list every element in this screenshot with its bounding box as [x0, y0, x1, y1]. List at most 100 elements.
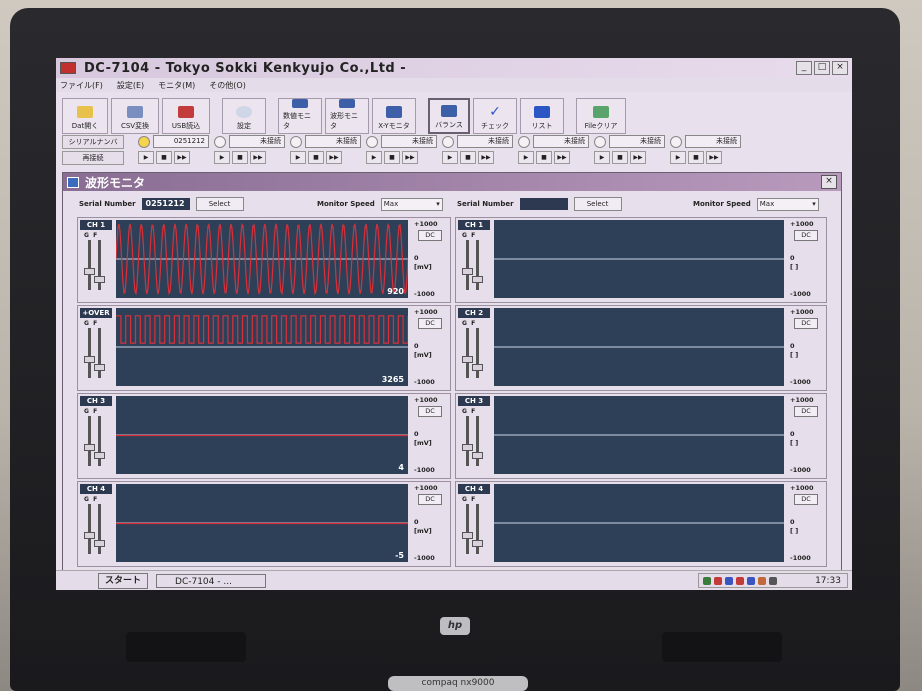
maximize-button[interactable]: □ [814, 61, 830, 75]
menu-monitor[interactable]: モニタ(M) [158, 80, 195, 91]
filter-slider[interactable] [94, 504, 105, 554]
fast-forward-button[interactable]: ▶▶ [630, 151, 646, 164]
dc-button[interactable]: DC [418, 406, 442, 417]
filter-slider[interactable] [94, 240, 105, 290]
gain-slider[interactable] [84, 416, 95, 466]
dc-button[interactable]: DC [794, 406, 818, 417]
check-button[interactable]: ✓ チェック [473, 98, 517, 134]
xy-monitor-button[interactable]: X-Yモニタ [372, 98, 416, 134]
fast-forward-button[interactable]: ▶▶ [174, 151, 190, 164]
stop-button[interactable]: ■ [308, 151, 324, 164]
slider-knob[interactable] [94, 540, 105, 547]
slider-knob[interactable] [94, 364, 105, 371]
tray-antivirus-icon[interactable] [714, 576, 722, 585]
slider-knob[interactable] [84, 444, 95, 451]
stop-button[interactable]: ■ [232, 151, 248, 164]
tray-network-icon[interactable] [703, 576, 711, 585]
monitor-speed-select[interactable]: Max [380, 197, 443, 211]
gain-slider[interactable] [462, 504, 473, 554]
filter-slider[interactable] [472, 416, 483, 466]
stop-button[interactable]: ■ [156, 151, 172, 164]
fast-forward-button[interactable]: ▶▶ [326, 151, 342, 164]
slider-knob[interactable] [472, 540, 483, 547]
monitor-close-button[interactable]: × [821, 175, 837, 189]
stop-button[interactable]: ■ [688, 151, 704, 164]
fast-forward-button[interactable]: ▶▶ [250, 151, 266, 164]
taskbar-app-button[interactable]: DC-7104 - ... [156, 574, 267, 588]
slider-knob[interactable] [84, 356, 95, 363]
fast-forward-button[interactable]: ▶▶ [402, 151, 418, 164]
dc-button[interactable]: DC [418, 230, 442, 241]
fast-forward-button[interactable]: ▶▶ [706, 151, 722, 164]
dc-button[interactable]: DC [418, 318, 442, 329]
open-dat-button[interactable]: Dat開く [62, 98, 108, 134]
wave-monitor-button[interactable]: 波形モニタ [325, 98, 369, 134]
tray-wireless-icon[interactable] [747, 576, 755, 585]
play-button[interactable]: ▶ [670, 151, 686, 164]
menu-file[interactable]: ファイル(F) [60, 80, 103, 91]
stop-button[interactable]: ■ [536, 151, 552, 164]
close-button[interactable]: × [832, 61, 848, 75]
file-clear-button[interactable]: Fileクリア [576, 98, 626, 134]
stop-button[interactable]: ■ [612, 151, 628, 164]
dc-button[interactable]: DC [418, 494, 442, 505]
reconnect-button[interactable]: 再接続 [62, 151, 124, 165]
fast-forward-button[interactable]: ▶▶ [554, 151, 570, 164]
filter-slider[interactable] [472, 240, 483, 290]
select-button[interactable]: Select [573, 197, 622, 211]
balance-button[interactable]: バランス [428, 98, 470, 134]
play-button[interactable]: ▶ [366, 151, 382, 164]
slider-knob[interactable] [472, 364, 483, 371]
play-button[interactable]: ▶ [290, 151, 306, 164]
settings-button[interactable]: 設定 [222, 98, 266, 134]
filter-slider[interactable] [472, 328, 483, 378]
slider-knob[interactable] [472, 452, 483, 459]
menu-other[interactable]: その他(O) [209, 80, 246, 91]
waveform-display [494, 220, 784, 298]
gain-slider[interactable] [84, 240, 95, 290]
stop-button[interactable]: ■ [460, 151, 476, 164]
gain-slider[interactable] [84, 328, 95, 378]
csv-convert-button[interactable]: CSV変換 [111, 98, 159, 134]
slider-knob[interactable] [462, 532, 473, 539]
filter-slider[interactable] [94, 328, 105, 378]
menu-settings[interactable]: 設定(E) [117, 80, 144, 91]
usb-read-button[interactable]: USB読込 [162, 98, 210, 134]
dc-button[interactable]: DC [794, 230, 818, 241]
unit-serial-field: 未接続 [533, 135, 589, 148]
tray-volume-icon[interactable] [769, 576, 777, 585]
slider-knob[interactable] [84, 268, 95, 275]
slider-knob[interactable] [94, 276, 105, 283]
gain-slider[interactable] [462, 416, 473, 466]
tray-display-icon[interactable] [725, 576, 733, 585]
slider-knob[interactable] [84, 532, 95, 539]
slider-knob[interactable] [462, 268, 473, 275]
monitor-speed-select[interactable]: Max [756, 197, 819, 211]
numeric-monitor-button[interactable]: 数値モニタ [278, 98, 322, 134]
tray-pen-icon[interactable] [736, 576, 744, 585]
play-button[interactable]: ▶ [442, 151, 458, 164]
stop-button[interactable]: ■ [384, 151, 400, 164]
fast-forward-button[interactable]: ▶▶ [478, 151, 494, 164]
play-button[interactable]: ▶ [214, 151, 230, 164]
minimize-button[interactable]: _ [796, 61, 812, 75]
play-button[interactable]: ▶ [518, 151, 534, 164]
slider-knob[interactable] [462, 444, 473, 451]
gain-slider[interactable] [462, 328, 473, 378]
slider-knob[interactable] [94, 452, 105, 459]
filter-slider[interactable] [472, 504, 483, 554]
play-button[interactable]: ▶ [594, 151, 610, 164]
laptop-hinge-right [662, 632, 782, 662]
dc-button[interactable]: DC [794, 494, 818, 505]
slider-knob[interactable] [462, 356, 473, 363]
dc-button[interactable]: DC [794, 318, 818, 329]
filter-slider[interactable] [94, 416, 105, 466]
slider-knob[interactable] [472, 276, 483, 283]
list-button[interactable]: リスト [520, 98, 564, 134]
select-button[interactable]: Select [195, 197, 244, 211]
tray-power-icon[interactable] [758, 576, 766, 585]
gain-slider[interactable] [84, 504, 95, 554]
gain-slider[interactable] [462, 240, 473, 290]
play-button[interactable]: ▶ [138, 151, 154, 164]
start-button[interactable]: スタート [98, 573, 149, 589]
